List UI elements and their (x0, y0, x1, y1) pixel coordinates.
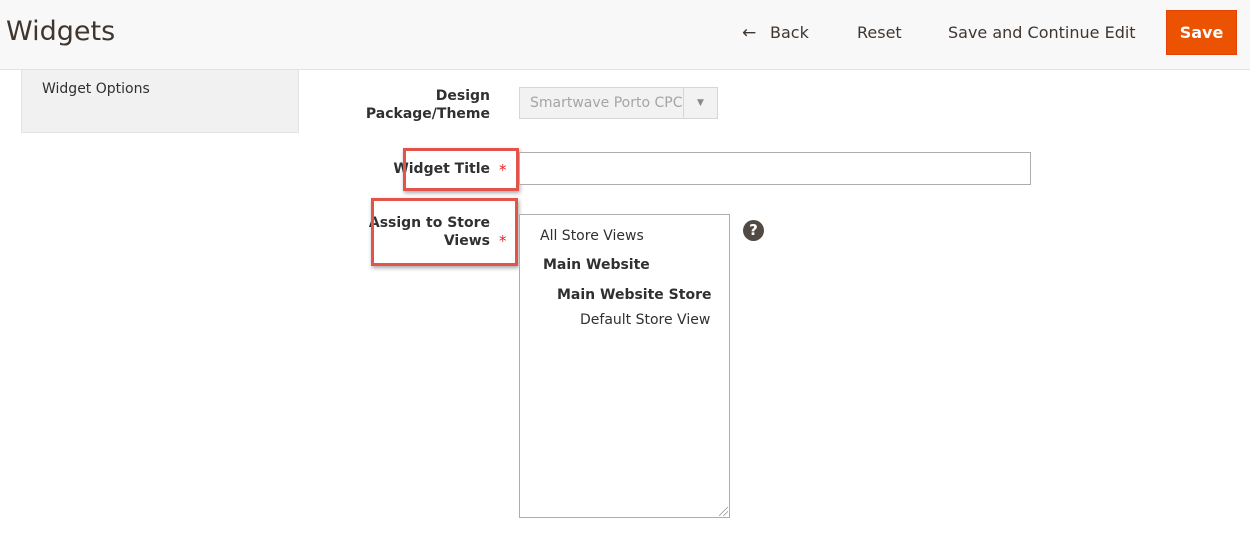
back-button[interactable]: ← Back (742, 19, 809, 47)
option-group-main-website: Main Website (543, 257, 650, 273)
reset-button[interactable]: Reset (857, 19, 902, 47)
arrow-left-icon: ← (742, 23, 757, 43)
option-default-store-view[interactable]: Default Store View (580, 312, 710, 328)
resize-handle[interactable] (719, 507, 728, 516)
widget-tabs: Widget Options (21, 70, 299, 133)
tab-widget-options[interactable]: Widget Options (42, 81, 150, 97)
back-label: Back (770, 23, 809, 42)
option-group-main-website-store: Main Website Store (557, 287, 712, 303)
store-views-multiselect[interactable]: All Store Views Main Website Main Websit… (519, 214, 730, 518)
page-header: Widgets ← Back Reset Save and Continue Ed… (0, 0, 1250, 70)
design-theme-select: Smartwave Porto CPC ▼ (519, 87, 718, 119)
save-and-continue-button[interactable]: Save and Continue Edit (948, 19, 1136, 47)
option-all-store-views[interactable]: All Store Views (540, 228, 644, 244)
widget-title-input[interactable] (519, 152, 1031, 185)
assign-store-views-highlight (371, 198, 518, 266)
design-theme-label: Design Package/Theme (365, 88, 490, 122)
design-theme-value: Smartwave Porto CPC (530, 95, 683, 111)
widget-title-highlight (403, 148, 519, 191)
help-icon[interactable]: ? (743, 220, 764, 241)
page-title: Widgets (6, 16, 116, 47)
save-button[interactable]: Save (1166, 10, 1237, 55)
caret-down-icon: ▼ (683, 88, 717, 118)
